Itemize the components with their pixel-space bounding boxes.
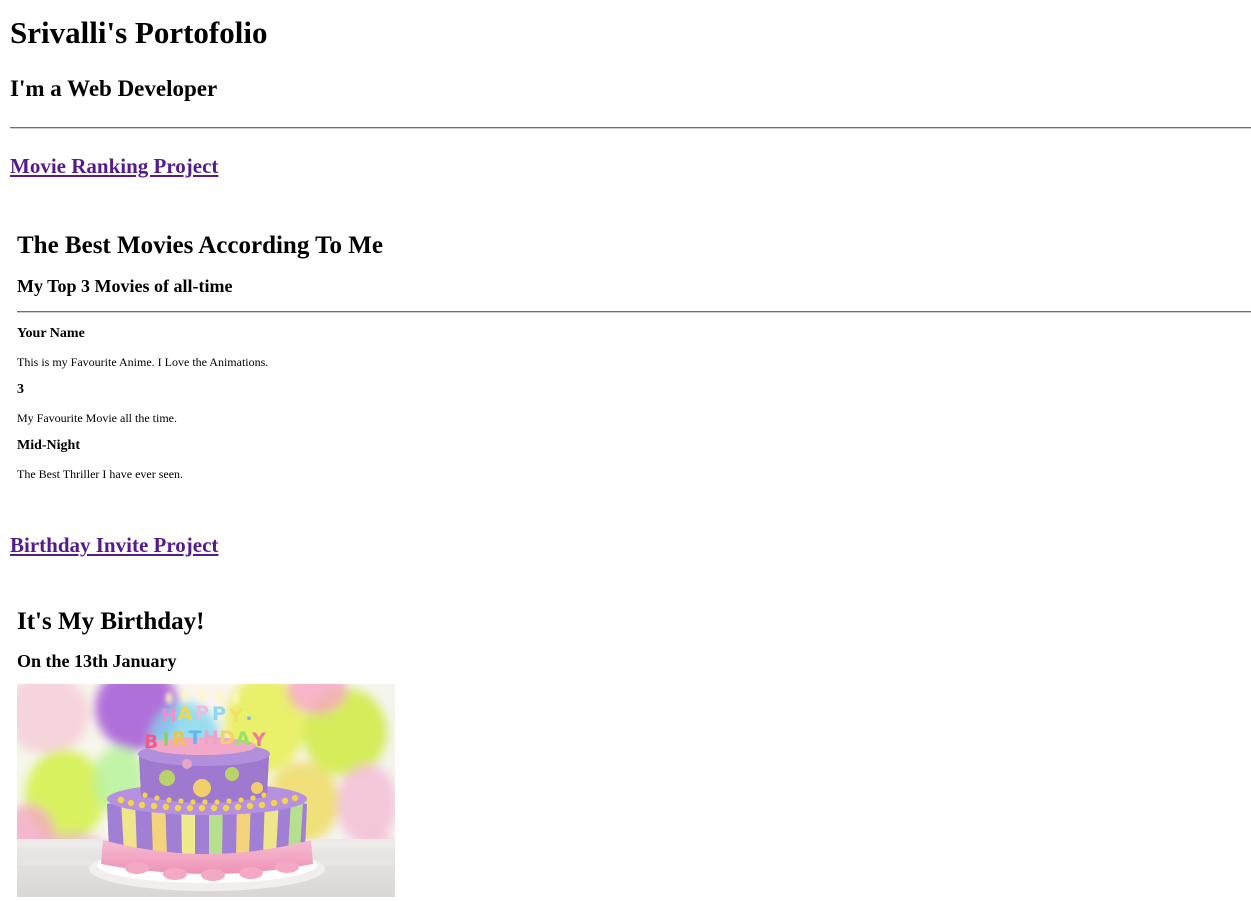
movie-title: Your Name [17, 326, 85, 341]
svg-text:A: A [178, 703, 193, 725]
movie-description: The Best Thriller I have ever seen. [17, 467, 184, 481]
svg-text:R: R [172, 728, 187, 750]
svg-text:P: P [212, 703, 226, 725]
svg-text:I: I [162, 729, 169, 751]
page-subtitle: I'm a Web Developer [10, 76, 218, 101]
movie-description: My Favourite Movie all the time. [17, 411, 177, 425]
svg-text:Y: Y [251, 729, 266, 751]
movie-ranking-project-link[interactable]: Movie Ranking Project [10, 154, 218, 179]
header-divider [10, 127, 1251, 129]
birthday-subheading: On the 13th January [17, 651, 177, 671]
svg-text:A: A [236, 728, 251, 750]
birthday-cake-image: H A P P Y . B I R T H D A Y [17, 684, 395, 897]
portfolio-page: Srivalli's Portofolio I'm a Web Develope… [0, 0, 1251, 901]
svg-text:H: H [161, 705, 177, 727]
svg-text:B: B [144, 731, 158, 753]
movie-title: 3 [17, 382, 24, 397]
svg-text:D: D [219, 727, 235, 749]
movie-ranking-subheading: My Top 3 Movies of all-time [17, 276, 233, 296]
svg-text:P: P [195, 702, 209, 724]
svg-text:T: T [189, 727, 202, 749]
movie-ranking-heading: The Best Movies According To Me [17, 232, 383, 259]
movie-ranking-divider [17, 311, 1251, 313]
svg-text:H: H [203, 727, 219, 749]
svg-text:.: . [245, 703, 252, 725]
birthday-invite-project-link[interactable]: Birthday Invite Project [10, 533, 218, 558]
movie-title: Mid-Night [17, 438, 80, 453]
page-title: Srivalli's Portofolio [10, 15, 268, 50]
svg-text:Y: Y [228, 705, 243, 727]
movie-description: This is my Favourite Anime. I Love the A… [17, 355, 269, 369]
birthday-heading: It's My Birthday! [17, 608, 205, 635]
